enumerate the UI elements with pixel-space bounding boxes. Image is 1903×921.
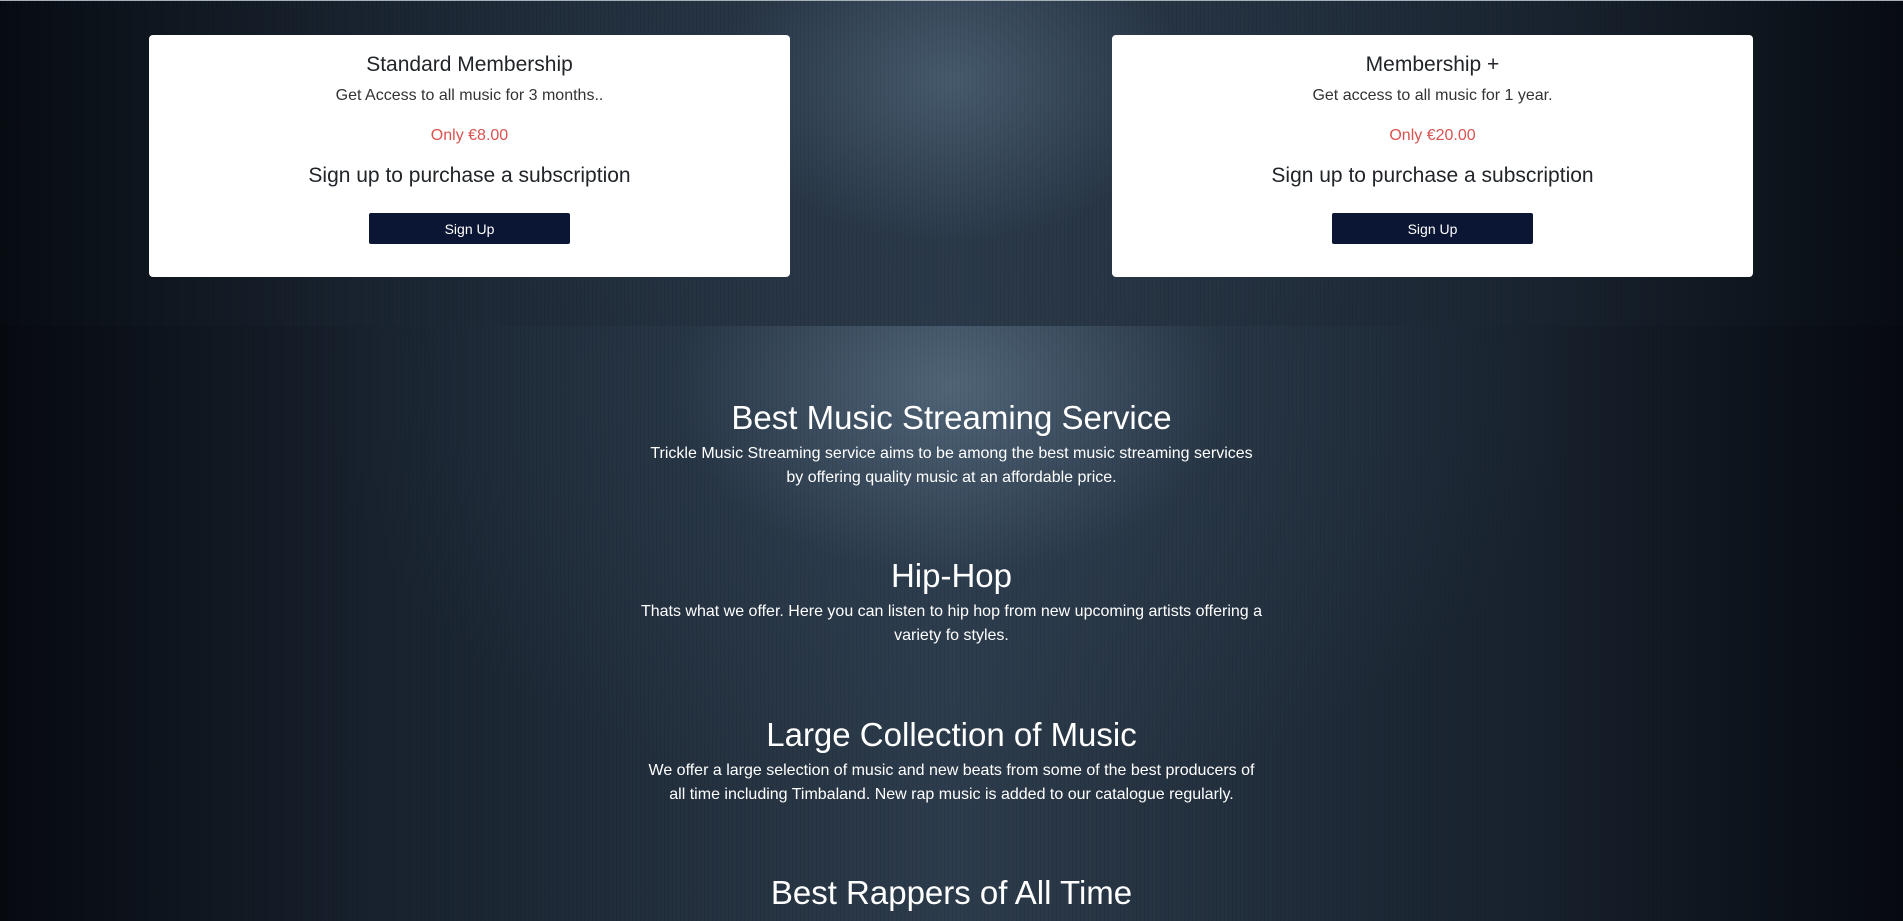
feature-text: Trickle Music Streaming service aims to …: [650, 445, 1253, 486]
sign-up-button[interactable]: Sign Up: [1332, 213, 1533, 244]
membership-title: Standard Membership: [366, 53, 573, 76]
membership-description: Get access to all music for 1 year.: [1312, 87, 1553, 104]
feature-text: Thats what we offer. Here you can listen…: [640, 603, 1263, 644]
feature-text: We offer a large selection of music and …: [648, 762, 1255, 803]
membership-description: Get Access to all music for 3 months..: [335, 87, 604, 104]
standard-membership-card: Standard Membership Get Access to all mu…: [149, 35, 790, 277]
feature-block: Best Music Streaming Service Trickle Mus…: [640, 398, 1263, 490]
feature-heading: Best Rappers of All Time: [770, 874, 1133, 911]
membership-plus-card: Membership + Get access to all music for…: [1112, 35, 1753, 277]
feature-block: Large Collection of Music We offer a lar…: [640, 715, 1263, 807]
membership-cta-text: Sign up to purchase a subscription: [1271, 164, 1594, 187]
feature-heading: Hip-Hop: [890, 557, 1013, 594]
membership-price: Only €20.00: [1389, 127, 1476, 144]
feature-block: Best Rappers of All Time: [640, 873, 1263, 913]
membership-price: Only €8.00: [430, 127, 509, 144]
feature-heading: Large Collection of Music: [766, 716, 1137, 753]
membership-cta-text: Sign up to purchase a subscription: [308, 164, 631, 187]
sign-up-button[interactable]: Sign Up: [369, 213, 570, 244]
feature-block: Hip-Hop Thats what we offer. Here you ca…: [640, 556, 1263, 648]
feature-heading: Best Music Streaming Service: [731, 399, 1172, 436]
membership-title: Membership +: [1365, 53, 1500, 76]
